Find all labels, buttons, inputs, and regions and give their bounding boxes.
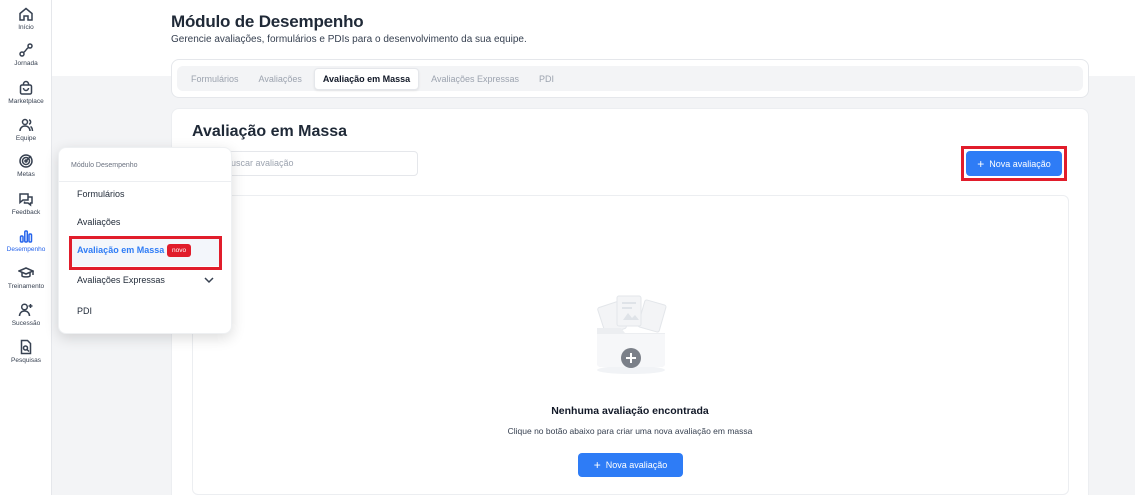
tab-formularios[interactable]: Formulários — [183, 69, 247, 89]
flyout-item-pdi[interactable]: PDI — [77, 306, 92, 316]
sidebar-item-label: Pesquisas — [11, 357, 41, 364]
tab-avaliacao-em-massa[interactable]: Avaliação em Massa — [313, 67, 420, 90]
shopping-bag-icon — [19, 80, 33, 95]
sidebar-item-metas[interactable]: Metas — [0, 153, 52, 178]
empty-state-subtitle: Clique no botão abaixo para criar uma no… — [507, 426, 753, 436]
sidebar-item-label: Equipe — [15, 135, 37, 142]
sidebar-item-marketplace[interactable]: Marketplace — [0, 80, 52, 105]
section-title: Avaliação em Massa — [192, 123, 348, 140]
sidebar-item-label: Metas — [17, 171, 35, 178]
flyout-header: Módulo Desempenho — [71, 162, 138, 169]
tabs-container: Formulários Avaliações Avaliação em Mass… — [171, 59, 1089, 98]
journey-icon — [19, 43, 33, 57]
sidebar-item-inicio[interactable]: Início — [0, 6, 52, 31]
sidebar-item-treinamento[interactable]: Treinamento — [0, 265, 52, 290]
left-sidebar: Início Jornada Marketplace Equipe Metas … — [0, 0, 52, 495]
flyout-item-avaliacoes[interactable]: Avaliações — [77, 217, 120, 227]
tab-pdi[interactable]: PDI — [531, 69, 562, 89]
chevron-down-icon[interactable] — [203, 275, 215, 285]
page-subtitle: Gerencie avaliações, formulários e PDIs … — [171, 34, 527, 45]
sidebar-item-pesquisas[interactable]: Pesquisas — [0, 339, 52, 364]
empty-state-button-label: Nova avaliação — [605, 460, 668, 470]
users-icon — [19, 118, 34, 132]
new-evaluation-button-label: Nova avaliação — [989, 158, 1051, 169]
divider — [59, 181, 231, 182]
sidebar-item-label: Marketplace — [8, 98, 44, 105]
sidebar-item-sucessao[interactable]: Sucessão — [0, 302, 52, 327]
flyout-item-avaliacoes-expressas[interactable]: Avaliações Expressas — [77, 275, 165, 285]
plus-icon: + — [593, 458, 601, 472]
sidebar-item-jornada[interactable]: Jornada — [0, 42, 52, 67]
tab-avaliacoes-expressas[interactable]: Avaliações Expressas — [423, 69, 527, 89]
sidebar-item-label: Jornada — [14, 60, 38, 67]
graduation-cap-icon — [18, 267, 34, 278]
home-icon — [19, 7, 33, 21]
user-plus-icon — [18, 303, 33, 317]
survey-document-icon — [20, 339, 32, 355]
target-icon — [19, 154, 33, 168]
sidebar-item-label: Feedback — [11, 209, 41, 216]
bar-chart-icon — [19, 230, 33, 243]
page-title: Módulo de Desempenho — [171, 12, 364, 31]
sidebar-item-feedback[interactable]: Feedback — [0, 191, 52, 216]
plus-icon: + — [977, 156, 985, 171]
empty-state-title: Nenhuma avaliação encontrada — [551, 405, 709, 417]
sidebar-item-label: Início — [18, 24, 34, 31]
tab-avaliacoes[interactable]: Avaliações — [251, 69, 310, 89]
chat-bubbles-icon — [19, 193, 33, 207]
highlight-outline — [69, 236, 222, 270]
new-evaluation-button[interactable]: + Nova avaliação — [966, 151, 1062, 176]
sidebar-item-label: Desempenho — [6, 246, 46, 253]
flyout-item-formularios[interactable]: Formulários — [77, 189, 125, 199]
search-input[interactable] — [225, 158, 405, 168]
sidebar-item-label: Sucessão — [11, 320, 41, 327]
sidebar-item-desempenho[interactable]: Desempenho — [0, 228, 52, 253]
sidebar-item-equipe[interactable]: Equipe — [0, 117, 52, 142]
sidebar-item-label: Treinamento — [7, 283, 45, 290]
empty-folder-illustration — [597, 295, 667, 374]
empty-state-new-evaluation-button[interactable]: + Nova avaliação — [578, 453, 683, 477]
tab-list: Formulários Avaliações Avaliação em Mass… — [177, 66, 1083, 91]
